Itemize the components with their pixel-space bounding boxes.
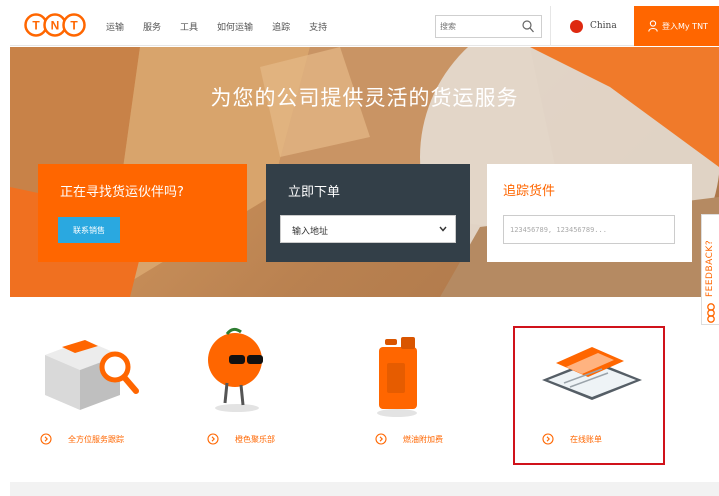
service-link[interactable]: 橙色聚乐部 — [207, 433, 275, 445]
nav-item-tools[interactable]: 工具 — [180, 20, 198, 33]
tnt-mini-logo-icon — [707, 303, 715, 323]
nav-item-tracking[interactable]: 追踪 — [272, 20, 290, 33]
nav-item-support[interactable]: 支持 — [309, 20, 327, 33]
service-link[interactable]: 全方位服务跟踪 — [40, 433, 124, 445]
address-select[interactable]: 输入地址 — [280, 215, 456, 243]
china-flag-icon — [570, 19, 583, 33]
nav-item-how-to-ship[interactable]: 如何运输 — [217, 20, 253, 33]
main-nav: 运输 服务 工具 如何运输 追踪 支持 — [106, 6, 346, 46]
feedback-label: FEEDBACK? — [705, 239, 715, 297]
circle-arrow-icon — [375, 433, 387, 445]
tnt-logo[interactable]: T N T — [24, 12, 86, 38]
tracking-number-input[interactable] — [503, 215, 675, 244]
partner-card-title: 正在寻找货运伙伴吗? — [60, 185, 184, 200]
fuel-can-illustration — [377, 337, 417, 417]
circle-arrow-icon — [40, 433, 52, 445]
highlight-box — [513, 326, 665, 465]
service-label: 全方位服务跟踪 — [68, 434, 124, 444]
service-tracking[interactable]: 全方位服务跟踪 — [40, 325, 190, 465]
search-icon[interactable] — [522, 20, 534, 33]
user-icon — [648, 20, 658, 32]
hero-title: 为您的公司提供灵活的货运服务 — [210, 86, 519, 110]
divider — [550, 6, 551, 46]
circle-arrow-icon — [207, 433, 219, 445]
service-link[interactable]: 燃油附加费 — [375, 433, 443, 445]
orange-character-illustration — [208, 327, 263, 412]
chevron-down-icon — [439, 226, 447, 232]
contact-sales-button[interactable]: 联系销售 — [58, 217, 120, 243]
search-box — [435, 15, 542, 38]
package-magnifier-illustration — [45, 340, 139, 410]
login-button[interactable]: 登入My TNT — [634, 6, 719, 46]
service-orange-club[interactable]: 橙色聚乐部 — [207, 325, 357, 465]
service-label: 橙色聚乐部 — [235, 434, 275, 444]
track-card-title: 追踪货件 — [503, 184, 556, 199]
service-fuel-surcharge[interactable]: 燃油附加费 — [375, 325, 525, 465]
order-card: 立即下单 输入地址 — [266, 164, 470, 262]
search-input[interactable] — [440, 19, 515, 34]
login-label: 登入My TNT — [662, 21, 708, 31]
hero-banner: 为您的公司提供灵活的货运服务 正在寻找货运伙伴吗? 联系销售 立即下单 输入地址… — [10, 47, 719, 297]
country-label: China — [590, 21, 617, 31]
footer-band — [10, 482, 719, 496]
top-navigation: T N T 运输 服务 工具 如何运输 追踪 支持 China 登入My TNT — [10, 6, 719, 46]
country-selector[interactable]: China — [570, 6, 617, 46]
track-card: 追踪货件 — [487, 164, 692, 262]
service-label: 燃油附加费 — [403, 434, 443, 444]
nav-item-shipping[interactable]: 运输 — [106, 20, 124, 33]
svg-text:N: N — [51, 19, 60, 33]
svg-text:T: T — [70, 19, 78, 33]
nav-item-services[interactable]: 服务 — [143, 20, 161, 33]
partner-card: 正在寻找货运伙伴吗? 联系销售 — [38, 164, 247, 262]
feedback-tab[interactable]: FEEDBACK? — [701, 214, 719, 325]
order-card-title: 立即下单 — [288, 185, 341, 200]
svg-text:T: T — [32, 19, 40, 33]
address-select-value: 输入地址 — [292, 227, 329, 237]
